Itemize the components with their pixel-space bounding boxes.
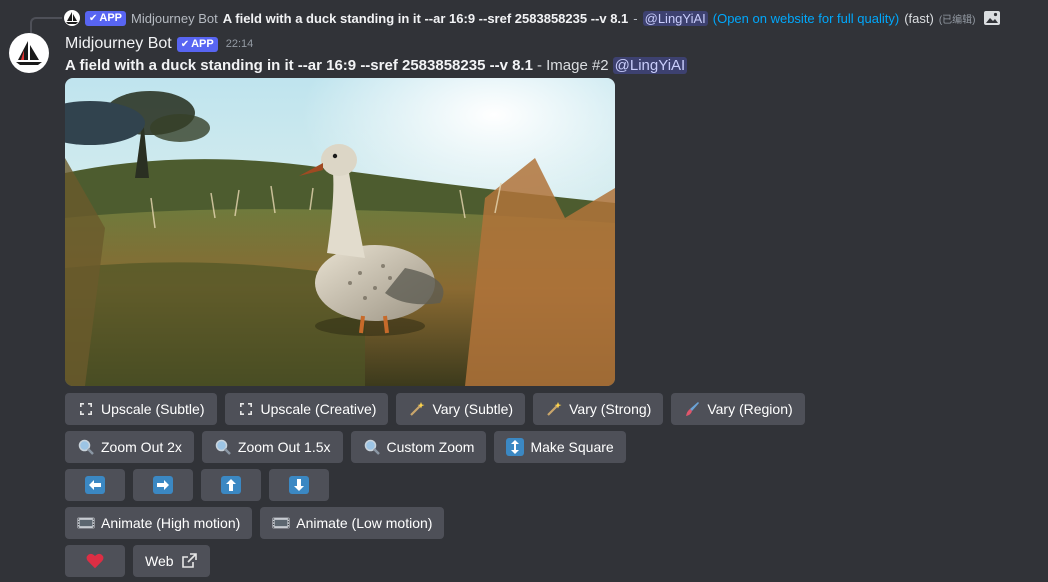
message-mention[interactable]: @LingYiAI	[612, 56, 688, 74]
verified-check-icon: ✔	[180, 38, 190, 50]
reply-prompt[interactable]: A field with a duck standing in it --ar …	[223, 11, 629, 26]
magic-wand-icon	[545, 400, 563, 418]
image-icon[interactable]	[983, 10, 1001, 26]
duck-field-image	[65, 78, 615, 386]
magnifier-icon	[214, 438, 232, 456]
button-label: Upscale (Creative)	[260, 401, 377, 417]
button-row-zoom: Zoom Out 2x Zoom Out 1.5x Custom Zoom Ma…	[65, 431, 626, 463]
upscale-icon	[77, 400, 95, 418]
upscale-icon	[237, 400, 255, 418]
button-label: Make Square	[530, 439, 614, 455]
open-website-link[interactable]: (Open on website for full quality)	[713, 11, 899, 26]
sailboat-icon	[16, 41, 42, 65]
button-row-extra: Web	[65, 545, 210, 577]
message-prompt: A field with a duck standing in it --ar …	[65, 56, 533, 74]
make-square-button[interactable]: Make Square	[494, 431, 626, 463]
arrow-up-icon	[221, 476, 241, 494]
button-label: Zoom Out 2x	[101, 439, 182, 455]
vary-strong-button[interactable]: Vary (Strong)	[533, 393, 664, 425]
arrow-right-icon	[153, 476, 173, 494]
reply-dash: -	[633, 10, 638, 26]
generated-image[interactable]	[65, 78, 615, 386]
sailboat-icon	[66, 12, 78, 24]
button-label: Zoom Out 1.5x	[237, 439, 331, 455]
animate-low-motion-button[interactable]: Animate (Low motion)	[260, 507, 445, 539]
bot-avatar[interactable]	[9, 33, 49, 73]
author-name[interactable]: Midjourney Bot	[65, 35, 172, 53]
magic-wand-icon	[408, 400, 426, 418]
film-icon	[272, 514, 290, 532]
button-label: Web	[145, 553, 174, 569]
button-label: Upscale (Subtle)	[101, 401, 205, 417]
pan-right-button[interactable]	[133, 469, 193, 501]
button-label: Animate (Low motion)	[296, 515, 433, 531]
upscale-creative-button[interactable]: Upscale (Creative)	[224, 393, 389, 425]
verified-check-icon: ✔	[89, 12, 98, 24]
button-label: Animate (High motion)	[101, 515, 241, 531]
zoom-out-1-5x-button[interactable]: Zoom Out 1.5x	[201, 431, 343, 463]
timestamp[interactable]: 22:14	[226, 38, 254, 50]
external-link-icon	[180, 552, 198, 570]
speed-label: (fast)	[904, 10, 934, 26]
app-badge-label: APP	[191, 38, 214, 50]
arrow-left-icon	[85, 476, 105, 494]
film-icon	[77, 514, 95, 532]
zoom-out-2x-button[interactable]: Zoom Out 2x	[65, 431, 194, 463]
reply-preview[interactable]: ✔ APP Midjourney Bot A field with a duck…	[64, 8, 1028, 28]
button-label: Custom Zoom	[386, 439, 475, 455]
paintbrush-icon	[683, 400, 701, 418]
app-badge-label: APP	[99, 12, 123, 24]
button-row-variations: Upscale (Subtle) Upscale (Creative) Vary…	[65, 393, 805, 425]
message-header: Midjourney Bot ✔ APP 22:14	[65, 33, 253, 55]
reply-mention[interactable]: @LingYiAI	[642, 10, 708, 26]
favorite-button[interactable]	[65, 545, 125, 577]
app-badge: ✔ APP	[176, 36, 218, 52]
message-content: A field with a duck standing in it --ar …	[65, 55, 688, 75]
magnifier-icon	[363, 438, 381, 456]
button-row-animate: Animate (High motion) Animate (Low motio…	[65, 507, 445, 539]
custom-zoom-button[interactable]: Custom Zoom	[350, 431, 487, 463]
vary-subtle-button[interactable]: Vary (Subtle)	[396, 393, 526, 425]
vary-region-button[interactable]: Vary (Region)	[671, 393, 805, 425]
pan-up-button[interactable]	[201, 469, 261, 501]
button-label: Vary (Subtle)	[432, 401, 514, 417]
reply-author[interactable]: Midjourney Bot	[131, 11, 218, 26]
chat-message: ✔ APP Midjourney Bot A field with a duck…	[0, 0, 1048, 582]
edited-label: (已编辑)	[938, 14, 976, 26]
animate-high-motion-button[interactable]: Animate (High motion)	[65, 507, 253, 539]
up-down-arrow-icon	[506, 438, 525, 456]
web-link-button[interactable]: Web	[133, 545, 210, 577]
pan-down-button[interactable]	[269, 469, 329, 501]
image-number: - Image #2	[536, 56, 609, 74]
app-badge: ✔ APP	[85, 10, 127, 26]
heart-icon	[86, 552, 104, 570]
button-label: Vary (Region)	[707, 401, 793, 417]
bot-mini-avatar[interactable]	[64, 10, 80, 26]
button-label: Vary (Strong)	[569, 401, 652, 417]
arrow-down-icon	[289, 476, 309, 494]
upscale-subtle-button[interactable]: Upscale (Subtle)	[65, 393, 217, 425]
button-row-pan	[65, 469, 329, 501]
pan-left-button[interactable]	[65, 469, 125, 501]
magnifier-icon	[77, 438, 95, 456]
